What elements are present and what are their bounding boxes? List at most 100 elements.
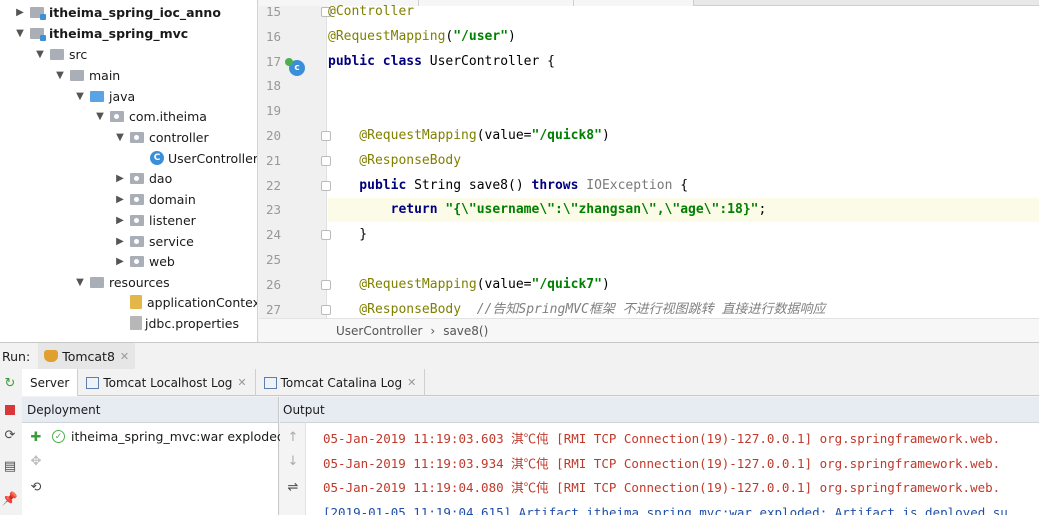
tab-server[interactable]: Server xyxy=(22,369,79,396)
tree-item[interactable]: ▼ resources xyxy=(74,272,169,292)
chevron-right-icon[interactable]: ▶ xyxy=(114,214,126,226)
code-line[interactable] xyxy=(328,248,1039,272)
code-token: @Controller xyxy=(328,4,415,19)
tree-item[interactable]: ▼ controller xyxy=(114,127,209,147)
tree-item[interactable]: ▶ dao xyxy=(114,168,172,188)
run-label: Run: xyxy=(2,348,31,364)
breadcrumb-class[interactable]: UserController xyxy=(336,324,422,338)
tree-item[interactable]: ▼ src xyxy=(34,44,87,64)
code-line[interactable]: @RequestMapping("/user") xyxy=(328,25,1039,49)
tree-item[interactable]: ▼ itheima_spring_mvc xyxy=(14,23,188,43)
tab-tomcat-catalina-log[interactable]: Tomcat Catalina Log ✕ xyxy=(256,369,426,396)
scroll-down-icon[interactable]: ↓ xyxy=(285,453,301,469)
chevron-down-icon[interactable]: ▼ xyxy=(114,131,126,143)
close-icon[interactable]: ✕ xyxy=(237,376,246,389)
tree-item-label: applicationContext.xm xyxy=(147,294,257,310)
class-run-gutter-icon[interactable]: c xyxy=(285,58,305,76)
deploy-move-icon[interactable]: ✥ xyxy=(28,453,44,469)
close-icon[interactable]: ✕ xyxy=(120,350,129,363)
tree-item-label: web xyxy=(149,253,175,269)
tree-item-label: com.itheima xyxy=(129,108,207,124)
code-token: UserController { xyxy=(429,53,555,69)
rerun-icon[interactable]: ↻ xyxy=(2,375,18,391)
tree-item[interactable]: ▼ main xyxy=(54,65,120,85)
tree-item[interactable]: ▶ itheima_spring_ioc_anno xyxy=(14,2,221,22)
code-line[interactable] xyxy=(328,99,1039,123)
line-number: 17 xyxy=(265,53,281,69)
editor-breadcrumb[interactable]: UserController › save8() xyxy=(259,318,1039,342)
tree-item[interactable]: ▶ listener xyxy=(114,210,196,230)
pin-icon[interactable]: 📌 xyxy=(2,491,18,507)
tab-catalina-log-label: Tomcat Catalina Log xyxy=(280,375,403,390)
code-line[interactable]: @ResponseBody xyxy=(328,149,1039,173)
layout-icon[interactable]: ▤ xyxy=(2,458,18,474)
tree-item[interactable]: ▼ java xyxy=(74,86,135,106)
run-config-tab[interactable]: Tomcat8 ✕ xyxy=(38,343,136,369)
package-icon xyxy=(130,193,144,205)
tree-item-label: dao xyxy=(149,170,173,186)
tree-item-label: UserController xyxy=(168,150,258,166)
chevron-down-icon[interactable]: ▼ xyxy=(34,48,46,60)
close-icon[interactable]: ✕ xyxy=(407,376,416,389)
folder-icon xyxy=(70,69,84,81)
code-token: "{\"username\":\"zhangsan\",\"age\":18}" xyxy=(445,202,759,218)
output-toolbar: ↑ ↓ ⇌ xyxy=(280,423,306,515)
tree-item[interactable]: ▶ domain xyxy=(114,189,196,209)
code-line[interactable]: @Controller xyxy=(328,0,1039,24)
redeploy-icon[interactable]: ⟲ xyxy=(28,479,44,495)
tab-tomcat-localhost-log[interactable]: Tomcat Localhost Log ✕ xyxy=(78,369,256,396)
editor-gutter[interactable]: c 15 16 17 18 19 20 21 22 23 24 25 26 27 xyxy=(259,4,331,318)
code-token: public xyxy=(328,177,415,193)
tree-item[interactable]: ▶ web xyxy=(114,251,175,271)
deploy-add-icon[interactable]: ✚ xyxy=(28,429,44,445)
scroll-up-icon[interactable]: ↑ xyxy=(285,429,301,445)
project-tree-panel[interactable]: ▶ itheima_spring_ioc_anno ▼ itheima_spring_… xyxy=(0,0,258,342)
line-number: 23 xyxy=(265,202,281,218)
soft-wrap-icon[interactable]: ⇌ xyxy=(285,479,301,495)
xml-file-icon xyxy=(130,295,142,309)
tree-item-label: domain xyxy=(149,191,196,207)
update-icon[interactable]: ⟳ xyxy=(2,427,18,443)
code-line[interactable]: return "{\"username\":\"zhangsan\",\"age… xyxy=(328,198,1039,223)
code-line[interactable]: } xyxy=(328,223,1039,247)
tree-item-label: itheima_spring_ioc_anno xyxy=(49,4,221,20)
deployment-item[interactable]: ✓ itheima_spring_mvc:war exploded xyxy=(52,429,285,444)
chevron-down-icon[interactable]: ▼ xyxy=(94,110,106,122)
deployment-item-label: itheima_spring_mvc:war exploded xyxy=(71,429,285,444)
output-panel[interactable]: Output ↑ ↓ ⇌ 05-Jan-2019 11:19:03.603 淇℃… xyxy=(280,397,1039,515)
tree-item[interactable]: ▶ service xyxy=(114,231,194,251)
code-area[interactable]: @Controller @RequestMapping("/user") publi… xyxy=(328,4,1039,318)
run-header: Run: Tomcat8 ✕ xyxy=(0,343,1039,369)
breadcrumb-method[interactable]: save8() xyxy=(443,324,488,338)
code-line[interactable]: public class UserController { xyxy=(328,50,1039,74)
chevron-down-icon[interactable]: ▼ xyxy=(74,90,86,102)
package-icon xyxy=(130,214,144,226)
code-line[interactable]: @RequestMapping(value="/quick7") xyxy=(328,273,1039,297)
chevron-right-icon[interactable]: ▶ xyxy=(114,235,126,247)
chevron-right-icon[interactable]: ▶ xyxy=(114,255,126,267)
tree-item[interactable]: C UserController xyxy=(134,148,258,168)
server-subtabs: Server Tomcat Localhost Log ✕ Tomcat Cat… xyxy=(22,369,1039,396)
stop-icon[interactable] xyxy=(2,402,18,418)
chevron-right-icon[interactable]: ▶ xyxy=(114,172,126,184)
chevron-down-icon[interactable]: ▼ xyxy=(54,69,66,81)
chevron-down-icon[interactable]: ▼ xyxy=(14,27,26,39)
tree-item[interactable]: jdbc.properties xyxy=(114,313,239,333)
folder-icon xyxy=(50,48,64,60)
tree-item[interactable]: ▼ com.itheima xyxy=(94,106,207,126)
chevron-right-icon[interactable]: ▶ xyxy=(114,193,126,205)
code-line[interactable] xyxy=(328,74,1039,98)
tree-item[interactable]: applicationContext.xm xyxy=(114,292,257,312)
chevron-right-icon[interactable]: ▶ xyxy=(14,6,26,18)
code-token: throws xyxy=(531,177,587,193)
output-line: 05-Jan-2019 11:19:03.603 淇℃伅 [RMI TCP Co… xyxy=(323,431,1001,446)
code-line[interactable]: @RequestMapping(value="/quick8") xyxy=(328,124,1039,148)
chevron-down-icon[interactable]: ▼ xyxy=(74,276,86,288)
run-config-label: Tomcat8 xyxy=(62,348,115,364)
line-number: 16 xyxy=(265,28,281,44)
code-line[interactable]: public String save8() throws IOException… xyxy=(328,174,1039,198)
line-number: 20 xyxy=(265,128,281,143)
code-token: ; xyxy=(758,202,767,218)
code-token: (value= xyxy=(476,276,532,292)
code-editor[interactable]: c 15 16 17 18 19 20 21 22 23 24 25 26 27 @Controller… xyxy=(259,0,1039,342)
